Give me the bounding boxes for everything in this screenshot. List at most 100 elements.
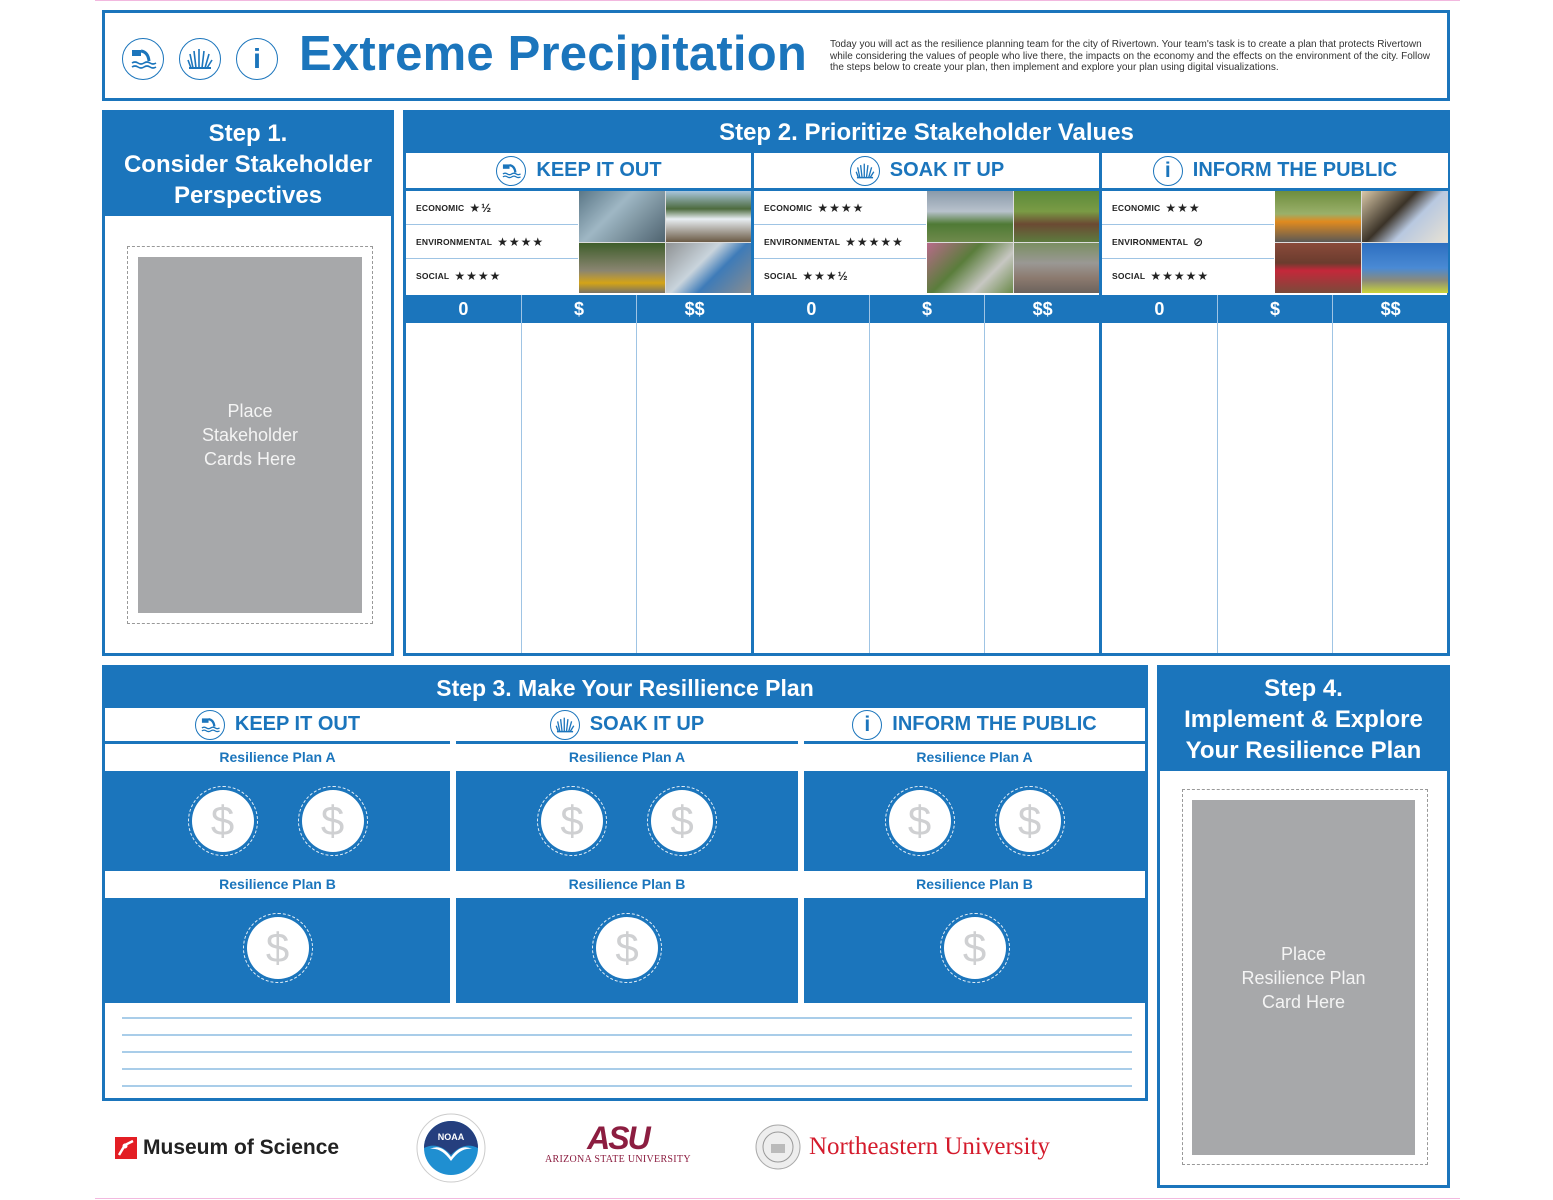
rating-label: ENVIRONMENTAL bbox=[1112, 236, 1189, 247]
plan-a-coins: $ $ bbox=[804, 771, 1145, 871]
intro-text: Today you will act as the resilience pla… bbox=[830, 39, 1430, 73]
step4-title-line: Implement & Explore bbox=[1184, 706, 1423, 733]
notes-area[interactable] bbox=[105, 1003, 1145, 1098]
rating-stars: ★★★★★ bbox=[845, 234, 904, 249]
plan-b-coins: $ bbox=[105, 898, 450, 998]
coin-slot[interactable]: $ bbox=[187, 786, 258, 856]
rain-garden-photo bbox=[927, 242, 1013, 293]
top-trim-line bbox=[95, 0, 1460, 1]
step2-header: Step 2. Prioritize Stakeholder Values bbox=[406, 113, 1447, 153]
step2-panel: Step 2. Prioritize Stakeholder Values KE… bbox=[403, 110, 1450, 656]
rating-stars: ★½ bbox=[469, 200, 493, 215]
rating-row: ENVIRONMENTAL ★★★★★ bbox=[754, 225, 926, 259]
pipe-outflow-icon bbox=[194, 709, 225, 740]
dollar-icon: $ bbox=[651, 790, 713, 852]
rating-row: ECONOMIC ★★★ bbox=[1102, 191, 1274, 225]
plan-b-label: Resilience Plan B bbox=[105, 871, 450, 898]
cost-dropzone[interactable] bbox=[1216, 323, 1333, 653]
step1-title-line: Consider Stakeholder bbox=[123, 151, 373, 178]
coin-slot[interactable]: $ bbox=[994, 786, 1065, 856]
plan-a-label: Resilience Plan A bbox=[456, 744, 798, 771]
pipe-outflow-icon bbox=[122, 38, 164, 80]
step3-header: Step 3. Make Your Resillience Plan bbox=[105, 668, 1145, 708]
cost-label: $ bbox=[520, 295, 637, 323]
permeable-pavement-photo bbox=[1014, 242, 1100, 293]
cost-dropzone[interactable] bbox=[868, 323, 985, 653]
strategy-header: KEEP IT OUT bbox=[406, 153, 752, 191]
cost-columns bbox=[406, 323, 752, 653]
step4-panel: Step 4. Implement & Explore Your Resilie… bbox=[1157, 665, 1450, 1188]
cost-dropzone[interactable] bbox=[984, 323, 1100, 653]
retention-basin-photo bbox=[666, 242, 752, 293]
strategy-header: KEEP IT OUT bbox=[105, 708, 450, 744]
coin-slot[interactable]: $ bbox=[647, 786, 717, 856]
coin-slot[interactable]: $ bbox=[592, 913, 662, 983]
rating-label: SOCIAL bbox=[764, 271, 798, 281]
info-icon: i bbox=[236, 38, 278, 80]
coin-slot[interactable]: $ bbox=[939, 913, 1010, 983]
cost-label: $$ bbox=[1332, 295, 1448, 323]
step4-title-line: Your Resilience Plan bbox=[1185, 737, 1422, 764]
coin-slot[interactable]: $ bbox=[242, 913, 313, 983]
strategy-header: SOAK IT UP bbox=[456, 708, 798, 744]
museum-of-science-name: Museum of Science bbox=[143, 1136, 340, 1159]
note-line bbox=[122, 1034, 1132, 1036]
dollar-icon: $ bbox=[191, 790, 254, 852]
cost-label: $ bbox=[868, 295, 985, 323]
plan-b-label: Resilience Plan B bbox=[804, 871, 1145, 898]
plan-column: KEEP IT OUT Resilience Plan A $ $ Resilience… bbox=[105, 708, 450, 1003]
plan-card-dropzone[interactable]: Place Resilience Plan Card Here bbox=[1192, 800, 1415, 1155]
cost-dropzone[interactable] bbox=[406, 323, 521, 653]
wetland-park-photo bbox=[1014, 191, 1100, 242]
coin-slot[interactable]: $ bbox=[537, 786, 607, 856]
cost-dropzone[interactable] bbox=[1102, 323, 1217, 653]
dollar-icon: $ bbox=[596, 917, 658, 979]
coin-slot[interactable]: $ bbox=[297, 786, 368, 856]
plan-a-coins: $ $ bbox=[456, 771, 798, 871]
cost-dropzone[interactable] bbox=[636, 323, 752, 653]
grass-icon bbox=[549, 709, 580, 740]
cost-dropzone[interactable] bbox=[754, 323, 869, 653]
asu-name: Arizona State University bbox=[545, 1154, 691, 1165]
info-icon: i bbox=[1152, 155, 1183, 186]
photo-grid bbox=[579, 191, 752, 293]
cost-header-row: 0 $ $$ bbox=[1102, 295, 1448, 323]
note-line bbox=[122, 1017, 1132, 1019]
note-line bbox=[122, 1068, 1132, 1070]
strategy-name: INFORM THE PUBLIC bbox=[892, 713, 1097, 735]
rating-row: SOCIAL ★★★½ bbox=[754, 259, 926, 293]
photo-grid bbox=[927, 191, 1100, 293]
dollar-icon: $ bbox=[943, 917, 1006, 979]
noaa-text: NOAA bbox=[438, 1132, 465, 1142]
note-line bbox=[122, 1051, 1132, 1053]
community-volunteer-photo bbox=[1362, 191, 1448, 242]
rating-stars: ⊘ bbox=[1193, 234, 1205, 249]
pipe-outflow-icon bbox=[496, 155, 527, 186]
stakeholder-card-dropzone[interactable]: Place Stakeholder Cards Here bbox=[138, 257, 362, 613]
door-to-door-photo bbox=[1275, 242, 1361, 293]
grass-icon bbox=[179, 38, 221, 80]
rating-stars: ★★★½ bbox=[802, 269, 849, 283]
cost-dropzone[interactable] bbox=[520, 323, 637, 653]
strategy-name: KEEP IT OUT bbox=[536, 159, 662, 181]
header: i Extreme Precipitation Today you will a… bbox=[102, 10, 1450, 101]
cost-dropzone[interactable] bbox=[1332, 323, 1448, 653]
strategy-column: KEEP IT OUT ECONOMIC ★½ ENVIRONMENTAL ★★★★ SO… bbox=[406, 153, 752, 653]
dollar-icon: $ bbox=[541, 790, 603, 852]
placeholder-text: Place bbox=[227, 401, 273, 421]
rating-row: ENVIRONMENTAL ⊘ bbox=[1102, 225, 1274, 259]
cost-columns bbox=[1102, 323, 1448, 653]
water-treatment-tanks-photo bbox=[579, 191, 665, 242]
noaa-logo: NOAA bbox=[416, 1113, 486, 1188]
rating-row: ENVIRONMENTAL ★★★★ bbox=[406, 225, 578, 259]
dollar-icon: $ bbox=[998, 790, 1061, 852]
plan-column: i INFORM THE PUBLIC Resilience Plan A $ $ Res… bbox=[801, 708, 1145, 1003]
cost-label: $ bbox=[1216, 295, 1333, 323]
coin-slot[interactable]: $ bbox=[884, 786, 955, 856]
northeastern-seal-icon bbox=[755, 1124, 801, 1170]
placeholder-text: Cards Here bbox=[203, 449, 296, 469]
strategy-header: i INFORM THE PUBLIC bbox=[804, 708, 1145, 744]
dollar-icon: $ bbox=[246, 917, 309, 979]
grass-icon bbox=[849, 155, 880, 186]
asu-logo: ASU Arizona State University bbox=[545, 1122, 691, 1165]
